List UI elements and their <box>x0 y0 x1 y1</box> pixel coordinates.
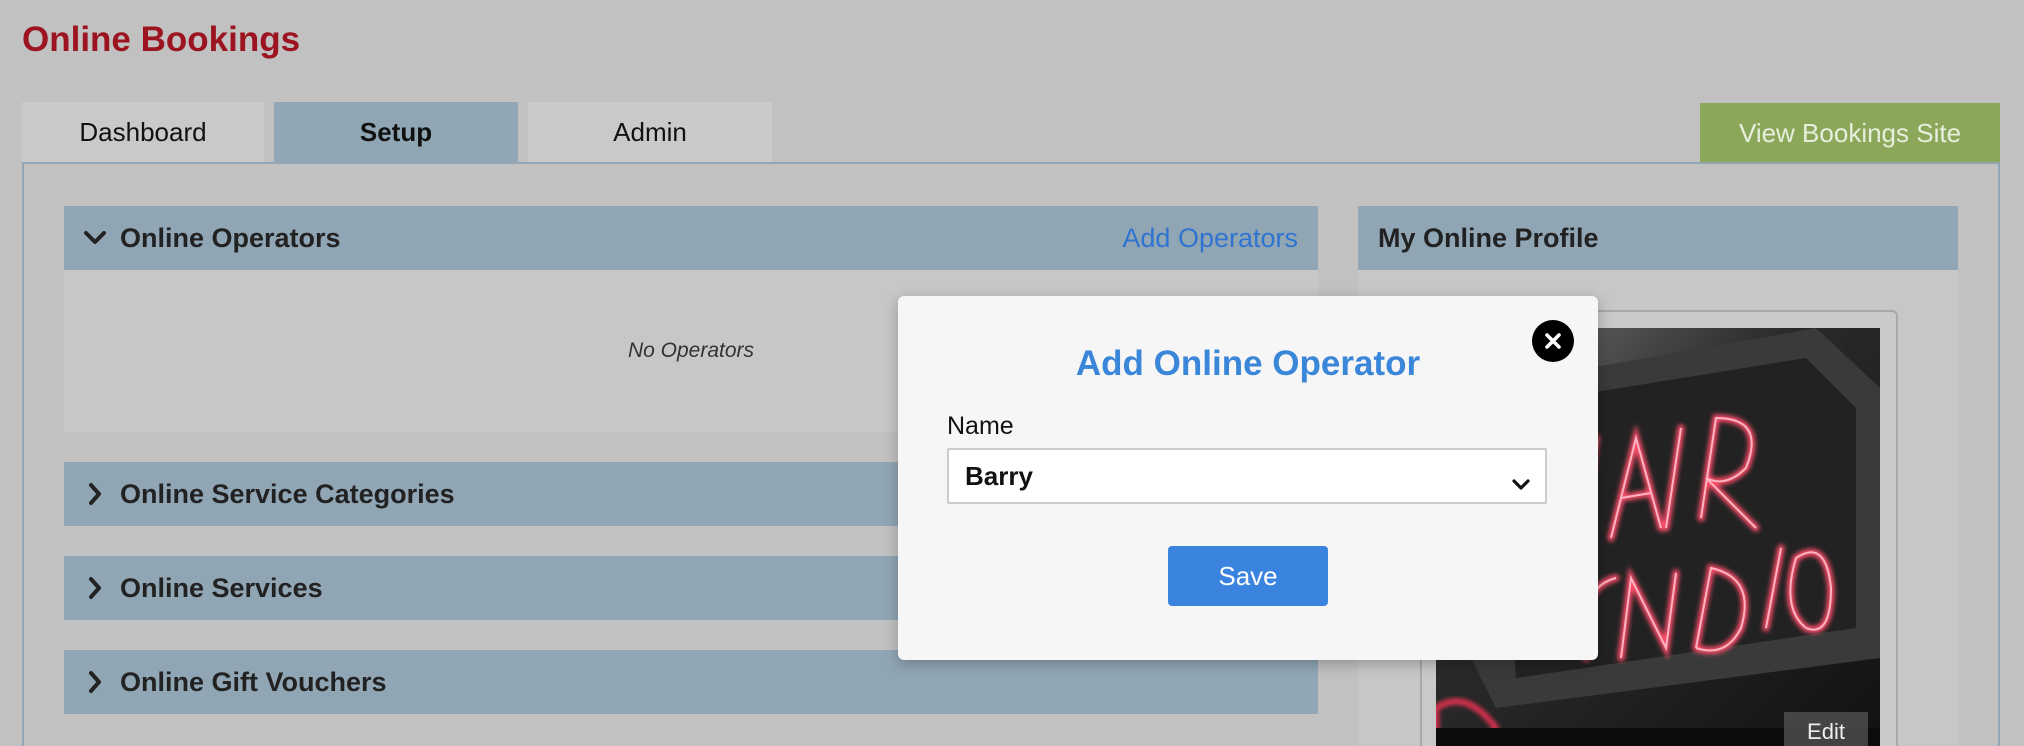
chevron-down-icon <box>1511 468 1531 499</box>
add-online-operator-modal: Add Online Operator Name Barry Save <box>898 296 1598 660</box>
section-online-operators[interactable]: Online Operators Add Operators <box>64 206 1318 270</box>
modal-title: Add Online Operator <box>1075 344 1421 383</box>
name-label: Name <box>947 412 1014 440</box>
chevron-down-icon <box>78 230 112 246</box>
profile-title: My Online Profile <box>1378 222 1599 253</box>
section-title: Online Services <box>120 572 323 603</box>
add-operators-link[interactable]: Add Operators <box>1122 206 1298 270</box>
section-title: Online Service Categories <box>120 478 455 509</box>
tab-admin[interactable]: Admin <box>528 102 772 163</box>
chevron-right-icon <box>78 670 112 694</box>
profile-header: My Online Profile <box>1358 206 1958 270</box>
section-title: Online Gift Vouchers <box>120 666 387 697</box>
edit-profile-image-button[interactable]: Edit <box>1784 712 1868 746</box>
section-title: Online Operators <box>120 222 341 253</box>
tab-setup[interactable]: Setup <box>274 102 518 163</box>
empty-state-text: No Operators <box>627 339 755 362</box>
tab-dashboard[interactable]: Dashboard <box>22 102 264 163</box>
page-title: Online Bookings <box>22 20 301 59</box>
view-bookings-site-button[interactable]: View Bookings Site <box>1700 103 2000 163</box>
chevron-right-icon <box>78 576 112 600</box>
save-button[interactable]: Save <box>1168 546 1328 606</box>
chevron-right-icon <box>78 482 112 506</box>
selected-operator-value: Barry <box>965 460 1033 491</box>
operator-name-select[interactable]: Barry <box>947 448 1547 504</box>
